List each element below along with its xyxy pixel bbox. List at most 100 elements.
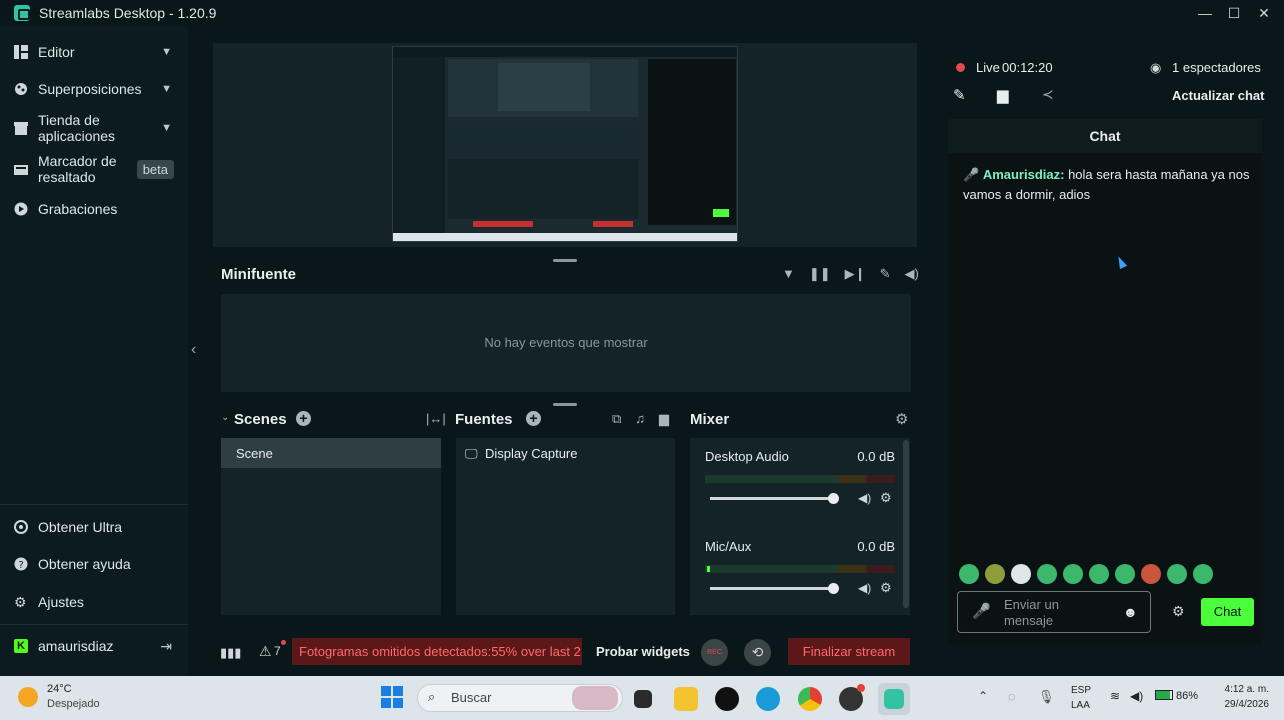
end-stream-button[interactable]: Finalizar stream: [788, 638, 910, 665]
user-account[interactable]: K amaurisdiaz ⇥: [14, 637, 178, 655]
chat-title: Chat: [948, 119, 1262, 153]
streamlabs-logo-icon: [14, 5, 30, 21]
windows-start-icon[interactable]: [381, 686, 403, 708]
share-icon[interactable]: ≺: [1042, 86, 1054, 103]
weather-moon-icon[interactable]: [18, 687, 38, 707]
skip-icon[interactable]: ▶❙: [845, 266, 866, 282]
emote-icon[interactable]: [1089, 564, 1109, 584]
dropped-frames-alert[interactable]: Fotogramas omitidos detectados:55% over …: [292, 638, 582, 665]
streamlabs-taskbar-icon: [884, 689, 904, 709]
emote-icon[interactable]: [1037, 564, 1057, 584]
emoji-picker-icon[interactable]: ☻: [1123, 604, 1138, 620]
emote-icon[interactable]: [1115, 564, 1135, 584]
input-lang-1[interactable]: ESP: [1071, 685, 1091, 696]
live-label: Live: [976, 60, 1000, 75]
collapse-scenes-icon[interactable]: ⌄: [221, 412, 229, 423]
pause-icon[interactable]: ❚❚: [809, 266, 831, 282]
mixer-title: Mixer: [690, 411, 730, 428]
mixer-scrollbar[interactable]: [903, 440, 909, 608]
sidebar-item-grabaciones[interactable]: Grabaciones: [14, 200, 178, 218]
chat-username[interactable]: Amaurisdiaz:: [983, 167, 1065, 182]
volume-slider-thumb[interactable]: [828, 493, 839, 504]
settings-gear-icon: ⚙: [14, 594, 27, 610]
sidebar-item-ayuda[interactable]: ? Obtener ayuda: [14, 555, 178, 573]
emote-icon[interactable]: [1167, 564, 1187, 584]
send-chat-button[interactable]: Chat: [1201, 598, 1254, 626]
resize-handle[interactable]: [553, 259, 577, 262]
mixer-settings-gear-icon[interactable]: ⚙: [895, 410, 908, 428]
taskbar-date[interactable]: 29/4/2026: [1205, 699, 1270, 710]
mute-alerts-icon[interactable]: ✎: [880, 266, 891, 282]
search-icon: ⌕: [428, 689, 436, 704]
chrome-icon[interactable]: [798, 687, 822, 711]
warning-dot: [281, 640, 286, 645]
chevron-down-icon[interactable]: ▼: [161, 83, 172, 95]
maximize-button[interactable]: ☐: [1224, 3, 1244, 23]
source-volume-icon[interactable]: ♫: [635, 411, 645, 426]
scenes-title: Scenes: [234, 411, 287, 428]
filter-icon[interactable]: ▼: [782, 266, 795, 281]
battery-percent[interactable]: 86%: [1176, 690, 1198, 702]
volume-icon[interactable]: ◀): [904, 266, 918, 282]
add-source-icon[interactable]: +: [526, 411, 541, 426]
channel-settings-gear-icon[interactable]: ⚙: [880, 490, 892, 506]
video-camera-icon[interactable]: ▆: [997, 86, 1009, 104]
taskbar-time[interactable]: 4:12 a. m.: [1205, 684, 1269, 695]
emote-icon[interactable]: [1011, 564, 1031, 584]
help-icon: ?: [14, 557, 28, 571]
resize-handle[interactable]: [553, 403, 577, 406]
battery-icon[interactable]: [1155, 690, 1173, 700]
logout-icon[interactable]: ⇥: [160, 638, 172, 655]
sidebar-item-marcador[interactable]: Marcador de resaltado beta: [14, 153, 178, 185]
wifi-icon[interactable]: ≋: [1110, 689, 1120, 703]
chevron-down-icon[interactable]: ▼: [161, 122, 172, 134]
speaker-icon[interactable]: ◀): [1130, 689, 1143, 703]
audio-meter-level: [707, 566, 710, 572]
chat-settings-gear-icon[interactable]: ⚙: [1172, 603, 1185, 620]
chevron-down-icon[interactable]: ▼: [161, 46, 172, 58]
source-item-label[interactable]: Display Capture: [485, 446, 578, 461]
weather-desc[interactable]: Despejado: [47, 698, 100, 710]
tray-app-icon[interactable]: ◌: [1008, 689, 1016, 704]
emote-icon[interactable]: [1141, 564, 1161, 584]
mute-icon[interactable]: ◀): [858, 491, 871, 505]
volume-slider-thumb[interactable]: [828, 583, 839, 594]
emote-icon[interactable]: [1193, 564, 1213, 584]
sidebar-item-label: Grabaciones: [38, 201, 118, 217]
edge-icon[interactable]: [756, 687, 780, 711]
tray-chevron-up-icon[interactable]: ⌃: [978, 689, 988, 703]
close-button[interactable]: ✕: [1254, 3, 1274, 23]
input-lang-2[interactable]: LAA: [1071, 700, 1090, 711]
volume-slider-track[interactable]: [710, 587, 834, 590]
emote-icon[interactable]: [1063, 564, 1083, 584]
sidebar-item-ajustes[interactable]: ⚙ Ajustes: [14, 593, 178, 611]
replay-buffer-icon[interactable]: ⟲: [744, 639, 771, 666]
sidebar-item-editor[interactable]: Editor ▼: [14, 43, 178, 61]
minimize-button[interactable]: —: [1195, 3, 1215, 23]
warning-icon[interactable]: ⚠: [259, 643, 272, 660]
collapse-sidebar-icon[interactable]: ‹: [191, 341, 196, 359]
tiktok-icon[interactable]: [715, 687, 739, 711]
sidebar-item-ultra[interactable]: Obtener Ultra: [14, 518, 178, 536]
rec-button[interactable]: REC: [701, 639, 728, 666]
scene-transitions-icon[interactable]: |↔|: [426, 411, 446, 426]
edit-stream-icon[interactable]: ✎: [953, 86, 966, 104]
file-explorer-icon[interactable]: [674, 687, 698, 711]
performance-stats-icon[interactable]: ▮▮▮: [220, 645, 241, 661]
volume-slider-track[interactable]: [710, 497, 834, 500]
tray-mic-icon[interactable]: 🎙: [1038, 689, 1055, 705]
source-folder-icon[interactable]: ▆: [659, 411, 669, 427]
weather-temp[interactable]: 24°C: [47, 683, 72, 695]
add-scene-icon[interactable]: +: [296, 411, 311, 426]
emote-icon[interactable]: [985, 564, 1005, 584]
channel-settings-gear-icon[interactable]: ⚙: [880, 580, 892, 596]
sidebar-item-tienda[interactable]: Tienda de aplicaciones ▼: [14, 112, 178, 144]
probar-widgets-button[interactable]: Probar widgets: [596, 644, 690, 659]
live-time: 00:12:20: [1002, 60, 1053, 75]
emote-icon[interactable]: [959, 564, 979, 584]
task-view-icon[interactable]: [634, 690, 652, 708]
sidebar-item-superposiciones[interactable]: Superposiciones ▼: [14, 80, 178, 98]
refresh-chat-button[interactable]: Actualizar chat: [1172, 88, 1264, 103]
mute-icon[interactable]: ◀): [858, 581, 871, 595]
source-layers-icon[interactable]: ⧉: [612, 411, 621, 427]
